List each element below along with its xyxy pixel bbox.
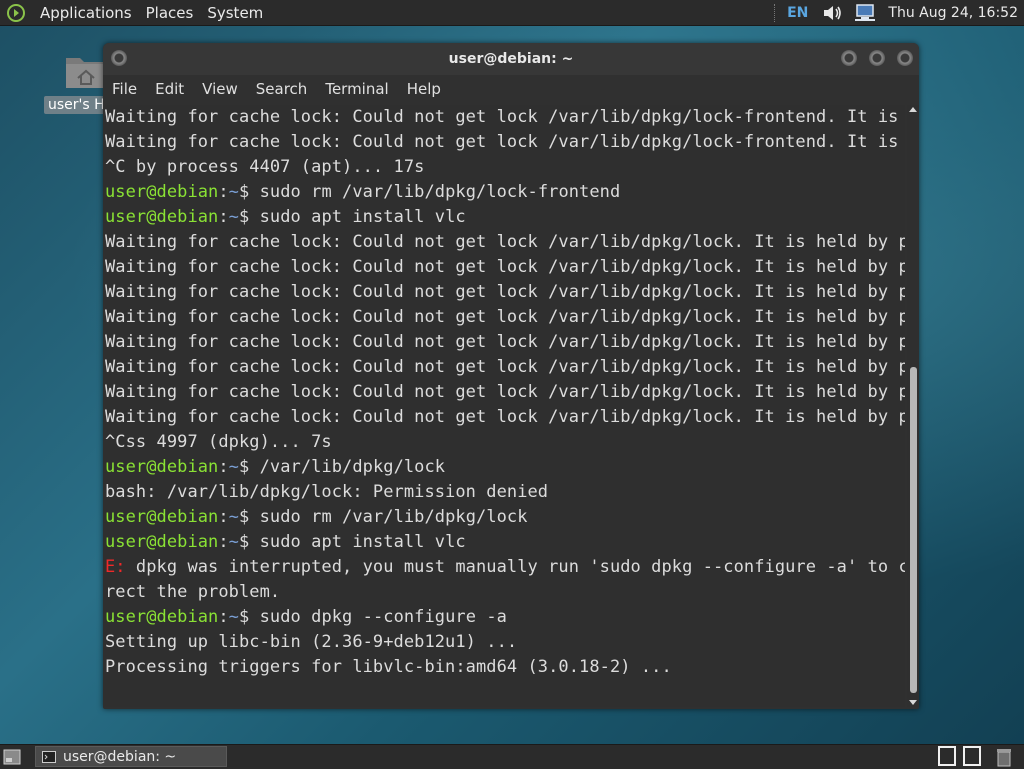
scrollbar-thumb[interactable] xyxy=(910,367,917,693)
menu-search[interactable]: Search xyxy=(247,80,317,98)
system-tray: EN Thu Aug 24, 16:52 xyxy=(774,0,1024,26)
terminal-output-line: Waiting for cache lock: Could not get lo… xyxy=(105,357,905,377)
prompt-symbol: $ xyxy=(238,207,260,227)
terminal-output-line: Waiting for cache lock: Could not get lo… xyxy=(105,132,905,152)
desktop-home-icon-label: user's H xyxy=(44,96,109,114)
taskbar-terminal-button[interactable]: user@debian: ~ xyxy=(35,746,227,767)
clock[interactable]: Thu Aug 24, 16:52 xyxy=(888,5,1018,21)
terminal-output-line: Waiting for cache lock: Could not get lo… xyxy=(105,107,905,127)
terminal-menubar: File Edit View Search Terminal Help xyxy=(103,75,919,103)
command-text: sudo apt install vlc xyxy=(259,207,466,227)
network-icon[interactable] xyxy=(854,3,878,23)
workspace-1[interactable] xyxy=(938,746,956,766)
menu-file[interactable]: File xyxy=(103,80,146,98)
maximize-button[interactable] xyxy=(869,50,885,66)
prompt-symbol: $ xyxy=(238,182,260,202)
top-panel: Applications Places System EN Thu Aug 24… xyxy=(0,0,1024,26)
applications-menu[interactable]: Applications xyxy=(33,0,139,26)
terminal-output-line: rect the problem. xyxy=(105,582,281,602)
prompt-path: ~ xyxy=(228,457,239,477)
close-button[interactable] xyxy=(897,50,913,66)
prompt-path: ~ xyxy=(228,207,239,227)
prompt-symbol: $ xyxy=(238,457,260,477)
prompt-separator: : xyxy=(218,207,229,227)
terminal-output-line: Waiting for cache lock: Could not get lo… xyxy=(105,332,905,352)
command-text: sudo rm /var/lib/dpkg/lock-frontend xyxy=(259,182,621,202)
prompt-user: user@debian xyxy=(105,532,219,552)
terminal-output-line: Setting up libc-bin (2.36-9+deb12u1) ... xyxy=(105,632,518,652)
terminal-icon xyxy=(42,751,56,763)
terminal-output-line: Waiting for cache lock: Could not get lo… xyxy=(105,232,905,252)
prompt-separator: : xyxy=(218,457,229,477)
bottom-panel: user@debian: ~ xyxy=(0,744,1024,769)
menu-help[interactable]: Help xyxy=(398,80,450,98)
menu-view[interactable]: View xyxy=(193,80,247,98)
terminal-output[interactable]: Waiting for cache lock: Could not get lo… xyxy=(103,105,905,707)
trash-icon[interactable] xyxy=(996,747,1012,767)
window-titlebar[interactable]: user@debian: ~ xyxy=(103,43,919,75)
command-text: sudo rm /var/lib/dpkg/lock xyxy=(259,507,528,527)
prompt-user: user@debian xyxy=(105,182,219,202)
terminal-command-line: user@debian:~$ sudo dpkg --configure -a xyxy=(105,605,507,630)
terminal-output-line: Processing triggers for libvlc-bin:amd64… xyxy=(105,657,672,677)
terminal-output-line: ^C by process 4407 (apt)... 17s xyxy=(105,157,425,177)
error-prefix: E: xyxy=(105,557,136,577)
prompt-user: user@debian xyxy=(105,607,219,627)
tray-separator xyxy=(774,4,779,22)
show-desktop-icon[interactable] xyxy=(3,749,21,765)
prompt-path: ~ xyxy=(228,182,239,202)
terminal-command-line: user@debian:~$ sudo apt install vlc xyxy=(105,530,466,555)
terminal-output-line: Waiting for cache lock: Could not get lo… xyxy=(105,307,905,327)
prompt-symbol: $ xyxy=(238,607,260,627)
scroll-up-arrow-icon[interactable] xyxy=(909,107,917,112)
keyboard-layout-indicator[interactable]: EN xyxy=(787,5,808,21)
prompt-user: user@debian xyxy=(105,507,219,527)
minimize-button[interactable] xyxy=(841,50,857,66)
prompt-path: ~ xyxy=(228,532,239,552)
prompt-separator: : xyxy=(218,607,229,627)
menu-terminal[interactable]: Terminal xyxy=(316,80,397,98)
terminal-output-line: ^Css 4997 (dpkg)... 7s xyxy=(105,432,332,452)
error-text: dpkg was interrupted, you must manually … xyxy=(135,557,905,577)
terminal-output-line: Waiting for cache lock: Could not get lo… xyxy=(105,407,905,427)
terminal-error-line: E: dpkg was interrupted, you must manual… xyxy=(105,555,905,580)
prompt-path: ~ xyxy=(228,607,239,627)
places-menu[interactable]: Places xyxy=(139,0,201,26)
command-text: sudo dpkg --configure -a xyxy=(259,607,507,627)
command-text: sudo apt install vlc xyxy=(259,532,466,552)
terminal-output-line: Waiting for cache lock: Could not get lo… xyxy=(105,257,905,277)
terminal-output-line: bash: /var/lib/dpkg/lock: Permission den… xyxy=(105,482,549,502)
prompt-symbol: $ xyxy=(238,507,260,527)
terminal-command-line: user@debian:~$ sudo rm /var/lib/dpkg/loc… xyxy=(105,505,528,530)
prompt-symbol: $ xyxy=(238,532,260,552)
prompt-separator: : xyxy=(218,182,229,202)
distro-logo-icon[interactable] xyxy=(7,3,25,22)
prompt-separator: : xyxy=(218,507,229,527)
system-menu[interactable]: System xyxy=(200,0,270,26)
scroll-down-arrow-icon[interactable] xyxy=(909,700,917,705)
terminal-command-line: user@debian:~$ sudo apt install vlc xyxy=(105,205,466,230)
terminal-scrollbar[interactable] xyxy=(907,105,919,707)
terminal-command-line: user@debian:~$ /var/lib/dpkg/lock xyxy=(105,455,445,480)
prompt-separator: : xyxy=(218,532,229,552)
terminal-output-line: Waiting for cache lock: Could not get lo… xyxy=(105,382,905,402)
command-text: /var/lib/dpkg/lock xyxy=(259,457,446,477)
terminal-output-line: Waiting for cache lock: Could not get lo… xyxy=(105,282,905,302)
prompt-user: user@debian xyxy=(105,207,219,227)
workspace-2[interactable] xyxy=(963,746,981,766)
volume-icon[interactable] xyxy=(822,3,844,23)
taskbar-terminal-label: user@debian: ~ xyxy=(63,749,177,765)
prompt-path: ~ xyxy=(228,507,239,527)
terminal-command-line: user@debian:~$ sudo rm /var/lib/dpkg/loc… xyxy=(105,180,620,205)
window-title: user@debian: ~ xyxy=(448,51,574,67)
menu-edit[interactable]: Edit xyxy=(146,80,193,98)
terminal-window: user@debian: ~ File Edit View Search Ter… xyxy=(103,43,919,709)
prompt-user: user@debian xyxy=(105,457,219,477)
home-folder-icon xyxy=(66,58,106,88)
